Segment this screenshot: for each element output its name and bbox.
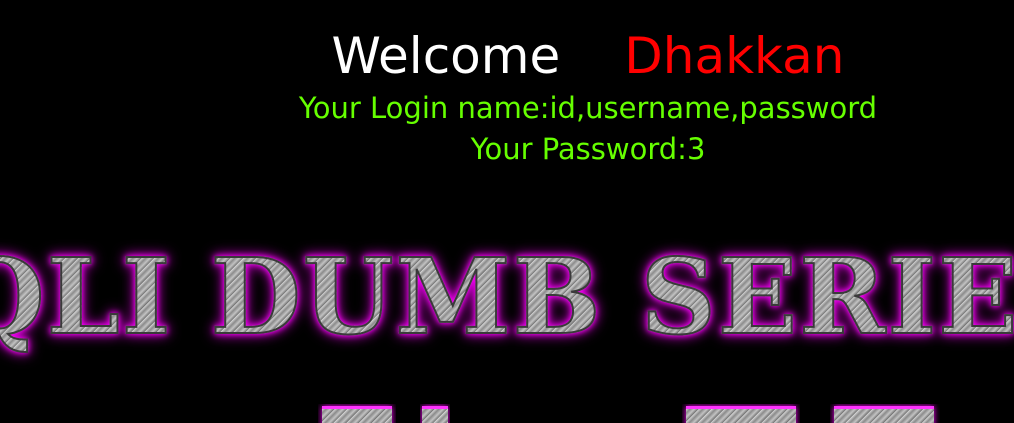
banner-title-image: QLI DUMB SERIES: [0, 241, 1014, 353]
banner-fragment: [420, 404, 450, 423]
welcome-username: Dhakkan: [624, 27, 845, 85]
password-info: Your Password:3: [470, 132, 706, 166]
login-name-info: Your Login name:id,username,password: [298, 91, 878, 125]
banner-fragment: [830, 404, 940, 423]
welcome-greeting: Welcome: [331, 27, 561, 85]
banner-fragment: [318, 404, 396, 423]
banner-fragment: [682, 404, 800, 423]
page: Welcome Dhakkan Your Login name:id,userna…: [0, 0, 1014, 423]
welcome-heading: Welcome Dhakkan: [0, 26, 1014, 86]
banner-second-line-image: [0, 404, 1014, 423]
